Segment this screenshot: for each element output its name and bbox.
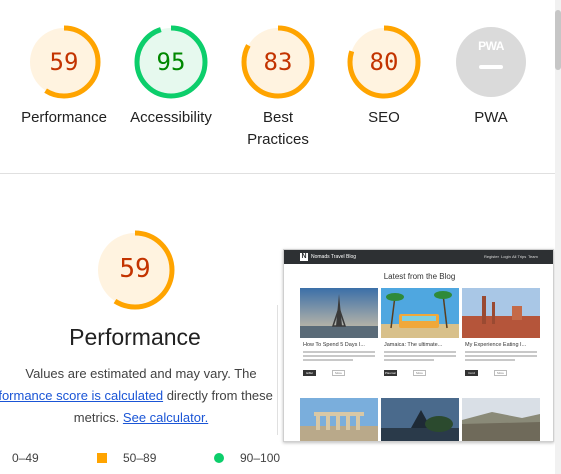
- thumbnail-nav-register: Register: [484, 254, 499, 259]
- thumbnail-card-excerpt: [303, 351, 375, 365]
- legend-pass-circle-icon: [214, 453, 224, 463]
- thumbnail-card-bologna: My Experience Eating I... Cord More: [462, 288, 540, 383]
- accessibility-score: 95: [156, 48, 186, 76]
- best-practices-label-line2: Practices: [247, 131, 309, 148]
- thumbnail-card-tag: Eiffel: [303, 370, 316, 376]
- accessibility-gauge[interactable]: 95: [133, 24, 209, 100]
- thumbnail-card-more: More: [494, 370, 507, 376]
- performance-desc-line1: Values are estimated and may vary. The: [25, 366, 257, 381]
- coast-image: [462, 398, 540, 441]
- thumbnail-card-title: Jamaica: The ultimate...: [384, 342, 443, 348]
- thumbnail-card-tag: Cord: [465, 370, 478, 376]
- seo-label[interactable]: SEO: [329, 107, 439, 129]
- thumbnail-card-title: How To Spend 5 Days I...: [303, 342, 365, 348]
- best-practices-label[interactable]: Best Practices: [223, 107, 333, 151]
- thumbnail-card-paris: How To Spend 5 Days I... Eiffel More: [300, 288, 378, 383]
- pwa-label[interactable]: PWA: [436, 107, 546, 129]
- seo-gauge[interactable]: 80: [346, 24, 422, 100]
- performance-desc-line3-text: metrics.: [73, 410, 123, 425]
- performance-title: Performance: [69, 324, 201, 350]
- performance-label[interactable]: Performance: [9, 107, 119, 129]
- thumbnail-heading: Latest from the Blog: [383, 272, 456, 281]
- thumbnail-card-jamaica: Jamaica: The ultimate... Plasmar More: [381, 288, 459, 383]
- performance-score: 59: [49, 48, 79, 76]
- thumbnail-nav-login: Login: [501, 254, 511, 259]
- acropolis-image: [300, 398, 378, 441]
- score-calculation-link[interactable]: rformance score is calculated: [0, 388, 163, 403]
- performance-desc-line2: rformance score is calculated directly f…: [0, 388, 294, 403]
- section-divider: [0, 173, 556, 174]
- performance-desc-line3: metrics. See calculator.: [0, 410, 282, 425]
- best-practices-label-line1: Best: [262, 109, 293, 126]
- jamaica-bus-image: [381, 288, 459, 338]
- best-practices-score: 83: [263, 48, 293, 76]
- thumbnail-nav-trips: All Trips: [512, 254, 527, 259]
- legend-pass-range: 90–100: [240, 451, 281, 465]
- performance-desc-line2-rest: directly from these: [163, 388, 273, 403]
- legend-average-square-icon: [97, 453, 107, 463]
- nomads-logo-icon: N: [300, 253, 308, 261]
- performance-large-score: 59: [119, 254, 151, 284]
- performance-gauge[interactable]: 59: [26, 24, 102, 100]
- final-screenshot-thumbnail[interactable]: N Nomads Travel Blog Register Login All …: [283, 249, 554, 442]
- best-practices-gauge[interactable]: 83: [240, 24, 316, 100]
- thumbnail-card-excerpt: [384, 351, 456, 365]
- pwa-dash-icon: [479, 65, 503, 69]
- temple-sunset-image: [381, 398, 459, 441]
- thumbnail-nav-team: Team: [528, 254, 538, 259]
- thumbnail-navbar: N Nomads Travel Blog Register Login All …: [284, 250, 553, 264]
- scrollbar[interactable]: [555, 0, 561, 474]
- pwa-badge-text: PWA: [478, 39, 504, 53]
- seo-score: 80: [369, 48, 399, 76]
- thumbnail-card-more: More: [413, 370, 426, 376]
- thumbnail-card-more: More: [332, 370, 345, 376]
- eiffel-tower-image: [300, 288, 378, 338]
- thumbnail-card-title: My Experience Eating I...: [465, 342, 527, 348]
- pwa-badge-icon[interactable]: PWA: [456, 27, 526, 97]
- thumbnail-card-excerpt: [465, 351, 537, 365]
- detail-divider: [277, 305, 278, 435]
- thumbnail-brand: Nomads Travel Blog: [311, 254, 357, 260]
- bologna-city-image: [462, 288, 540, 338]
- thumbnail-card-tag: Plasmar: [384, 370, 397, 376]
- see-calculator-link[interactable]: See calculator.: [123, 410, 208, 425]
- accessibility-label[interactable]: Accessibility: [116, 107, 226, 129]
- legend-average-range: 50–89: [123, 451, 157, 465]
- scrollbar-thumb[interactable]: [555, 10, 561, 70]
- performance-large-gauge: 59: [94, 229, 176, 311]
- legend-fail-range: 0–49: [12, 451, 39, 465]
